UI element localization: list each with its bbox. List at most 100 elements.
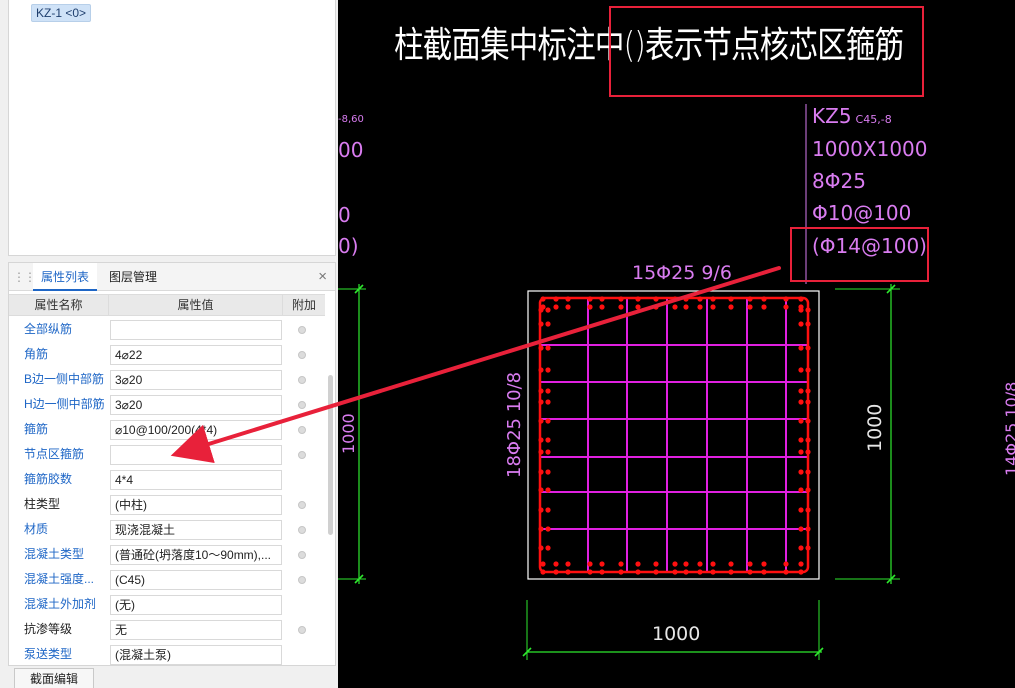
property-value-field[interactable]: (混凝土泵) [110,645,282,665]
rebar-dot [683,296,689,302]
left-panel: KZ-1 <0> ⋮⋮ 属性列表 图层管理 × 属性名称 属性值 附加 全部纵筋… [0,0,338,688]
extra-toggle-icon[interactable] [298,326,306,334]
rebar-dot [635,304,641,310]
rebar-dot [798,449,804,455]
close-icon[interactable]: × [318,268,327,285]
property-row[interactable]: 混凝土外加剂 (无) [9,592,325,617]
property-value-field[interactable]: (中柱) [110,495,282,515]
column-header-value: 属性值 [109,295,283,315]
rebar-dot [538,487,544,493]
rebar-dot [565,296,571,302]
rebar-dot [545,545,551,551]
rebar-dot [538,367,544,373]
property-value-field[interactable] [110,320,282,340]
rebar-dot [805,321,811,327]
extra-toggle-icon[interactable] [298,626,306,634]
property-row[interactable]: 混凝土类型 (普通砼(坍落度10～90mm),... [9,542,325,567]
panel-tabbar: ⋮⋮ 属性列表 图层管理 × [9,263,335,291]
extra-toggle-icon[interactable] [298,576,306,584]
rebar-dot [728,296,734,302]
rebar-dot [747,569,753,575]
property-row[interactable]: 全部纵筋 [9,317,325,342]
property-row[interactable]: 角筋 4⌀22 [9,342,325,367]
property-value-field[interactable]: (C45) [110,570,282,590]
rebar-dot [565,304,571,310]
rebar-dot [798,388,804,394]
property-row[interactable]: 抗渗等级 无 [9,617,325,642]
rebar-dot [798,399,804,405]
rebar-dot [697,296,703,302]
drag-handle-icon[interactable]: ⋮⋮ [13,270,36,284]
component-tree: KZ-1 <0> [8,0,336,256]
column-header-name: 属性名称 [9,295,109,315]
rebar-dot [538,437,544,443]
rebar-dot [798,367,804,373]
property-row[interactable]: B边一侧中部筋 3⌀20 [9,367,325,392]
property-name: 混凝土强度... [24,572,95,586]
property-row[interactable]: 箍筋胶数 4*4 [9,467,325,492]
left-fragment-3: 0 [338,203,351,227]
property-row[interactable]: 箍筋 ⌀10@100/200(4*4) [9,417,325,442]
tab-layer-management[interactable]: 图层管理 [101,263,165,291]
rebar-dot [587,304,593,310]
rebar-dot [553,304,559,310]
scrollbar[interactable] [328,375,333,535]
property-row[interactable]: 节点区箍筋 [9,442,325,467]
rebar-dot [805,307,811,313]
top-rebar-label: 15Φ25 9/6 [632,262,732,284]
extra-toggle-icon[interactable] [298,426,306,434]
property-row[interactable]: 泵送类型 (混凝土泵) [9,642,325,667]
extra-toggle-icon[interactable] [298,551,306,559]
property-value-field[interactable]: 3⌀20 [110,370,282,390]
rebar-dot [798,418,804,424]
property-panel: ⋮⋮ 属性列表 图层管理 × 属性名称 属性值 附加 全部纵筋 角筋 4⌀22 B边一… [8,262,336,666]
rebar-dot [599,561,605,567]
rebar-dot [798,526,804,532]
rebar-dot [672,304,678,310]
property-value-field[interactable]: (无) [110,595,282,615]
property-value-field[interactable]: (普通砼(坍落度10～90mm),... [110,545,282,565]
rebar-dot [798,561,804,567]
extra-toggle-icon[interactable] [298,526,306,534]
right-edge-text-left: 1000 [339,413,358,454]
rebar-dot [545,345,551,351]
extra-toggle-icon[interactable] [298,376,306,384]
rebar-dot [565,561,571,567]
property-name: H边一侧中部筋 [24,397,105,411]
rebar-dot [538,449,544,455]
rebar-dot [635,561,641,567]
property-value-field[interactable]: 3⌀20 [110,395,282,415]
rebar-dot [761,569,767,575]
tab-property-list[interactable]: 属性列表 [33,263,98,291]
property-row[interactable]: 材质 现浇混凝土 [9,517,325,542]
rebar-dot [618,304,624,310]
property-name: B边一侧中部筋 [24,372,105,386]
extra-toggle-icon[interactable] [298,401,306,409]
property-row[interactable]: 柱类型 (中柱) [9,492,325,517]
property-row[interactable]: H边一侧中部筋 3⌀20 [9,392,325,417]
extra-toggle-icon[interactable] [298,351,306,359]
left-fragment-4: 0) [338,234,359,258]
property-value-field[interactable]: 无 [110,620,282,640]
rebar-dot [545,418,551,424]
property-value-field[interactable] [110,445,282,465]
section-edit-button[interactable]: 截面编辑 [14,668,95,688]
label-column-name: KZ5 C45,-8 [812,104,892,128]
property-value-field[interactable]: ⌀10@100/200(4*4) [110,420,282,440]
label-stirrup: Φ10@100 [812,201,912,225]
rebar-dot [798,345,804,351]
property-value-field[interactable]: 现浇混凝土 [110,520,282,540]
cad-canvas[interactable]: 柱截面集中标注中()表示节点核芯区箍筋 KZ5 C45,-8 1000X1000 … [338,0,1015,688]
property-name: 节点区箍筋 [24,447,85,461]
left-fragment-2: 00 [338,138,364,162]
rebar-dot [538,388,544,394]
extra-toggle-icon[interactable] [298,501,306,509]
rebar-dot [540,296,546,302]
rebar-dot [538,545,544,551]
property-row[interactable]: 混凝土强度... (C45) [9,567,325,592]
tree-node-kz1[interactable]: KZ-1 <0> [31,4,92,22]
property-value-field[interactable]: 4⌀22 [110,345,282,365]
extra-toggle-icon[interactable] [298,451,306,459]
property-value-field[interactable]: 4*4 [110,470,282,490]
rebar-dot [565,569,571,575]
